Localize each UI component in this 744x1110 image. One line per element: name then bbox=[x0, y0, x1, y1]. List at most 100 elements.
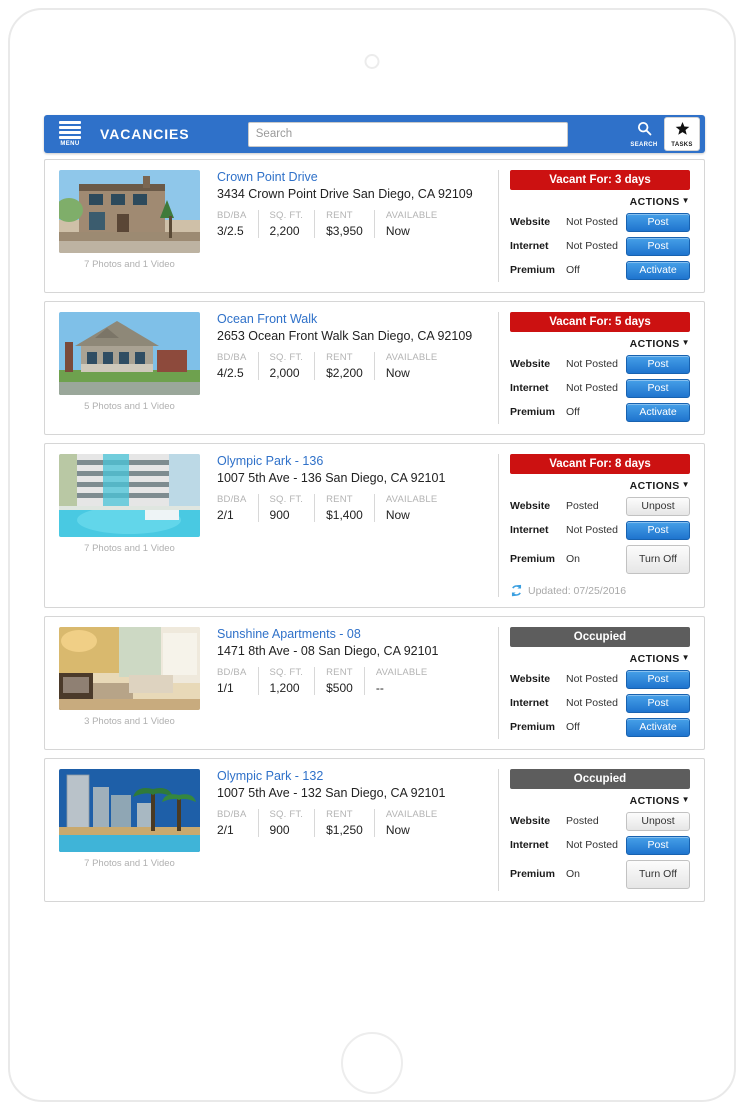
actions-dropdown[interactable]: ACTIONS ▼ bbox=[510, 196, 690, 208]
spec-available-value: Now bbox=[385, 508, 410, 522]
channel-internet-label: Internet bbox=[510, 382, 549, 394]
spec-rent: RENT $500 bbox=[314, 667, 364, 695]
spec-bdba: BD/BA 2/1 bbox=[217, 494, 258, 522]
vacancy-card[interactable]: 7 Photos and 1 Video Crown Point Drive 343… bbox=[44, 159, 705, 293]
channel-internet-action-button[interactable]: Post bbox=[626, 236, 690, 256]
property-name-link[interactable]: Crown Point Drive bbox=[217, 170, 488, 184]
channel-internet-action-button[interactable]: Post bbox=[626, 693, 690, 713]
tasks-button[interactable]: TASKS bbox=[664, 117, 700, 151]
property-name-link[interactable]: Sunshine Apartments - 08 bbox=[217, 627, 488, 641]
channel-row-internet: Internet Not Posted Post bbox=[510, 833, 690, 857]
spec-bdba-value: 4/2.5 bbox=[217, 366, 244, 380]
channel-website-action-button[interactable]: Post bbox=[626, 669, 690, 689]
vacancy-card[interactable]: 7 Photos and 1 Video Olympic Park - 132 10… bbox=[44, 758, 705, 902]
home-button[interactable] bbox=[341, 1032, 403, 1094]
spec-rent: RENT $3,950 bbox=[314, 210, 374, 238]
property-photo[interactable] bbox=[59, 170, 200, 253]
channel-internet-action-button[interactable]: Post bbox=[626, 378, 690, 398]
spec-bdba: BD/BA 3/2.5 bbox=[217, 210, 258, 238]
vacancy-card[interactable]: 7 Photos and 1 Video Olympic Park - 136 10… bbox=[44, 443, 705, 608]
property-specs: BD/BA 4/2.5 SQ. FT. 2,000 RENT $2,200 AVAILABL… bbox=[217, 352, 488, 380]
app-viewport: MENU VACANCIES SEARCH bbox=[38, 109, 711, 1006]
search-icon bbox=[637, 121, 652, 140]
channel-premium-action-button[interactable]: Turn Off bbox=[626, 544, 690, 574]
search-input[interactable] bbox=[247, 121, 568, 147]
spec-rent-value: $500 bbox=[326, 681, 353, 695]
property-address: 1471 8th Ave - 08 San Diego, CA 92101 bbox=[217, 644, 439, 658]
spec-available-header: AVAILABLE bbox=[385, 352, 438, 363]
chevron-down-icon: ▼ bbox=[681, 196, 690, 205]
search-button[interactable]: SEARCH bbox=[626, 115, 662, 153]
spec-available-header: AVAILABLE bbox=[385, 210, 438, 221]
actions-dropdown[interactable]: ACTIONS ▼ bbox=[510, 795, 690, 807]
vacancy-card[interactable]: 3 Photos and 1 Video Sunshine Apartments … bbox=[44, 616, 705, 750]
tablet-frame: MENU VACANCIES SEARCH bbox=[8, 8, 736, 1102]
spec-rent-value: $1,400 bbox=[326, 508, 363, 522]
property-photo[interactable] bbox=[59, 769, 200, 852]
property-specs: BD/BA 3/2.5 SQ. FT. 2,200 RENT $3,950 AVAILABL… bbox=[217, 210, 488, 238]
channel-row-internet: Internet Not Posted Post bbox=[510, 234, 690, 258]
spec-bdba-header: BD/BA bbox=[217, 210, 247, 221]
property-name-link[interactable]: Ocean Front Walk bbox=[217, 312, 488, 326]
vacancy-card[interactable]: 5 Photos and 1 Video Ocean Front Walk 2653… bbox=[44, 301, 705, 435]
channel-row-premium: Premium Off Activate bbox=[510, 400, 690, 424]
channel-internet-action-button[interactable]: Post bbox=[626, 835, 690, 855]
channel-internet-label: Internet bbox=[510, 697, 549, 709]
spec-rent-value: $1,250 bbox=[326, 823, 363, 837]
spec-sqft: SQ. FT. 900 bbox=[257, 494, 315, 522]
spec-available-header: AVAILABLE bbox=[385, 809, 438, 820]
property-specs: BD/BA 2/1 SQ. FT. 900 RENT $1,400 AVAILABLE Now bbox=[217, 494, 488, 522]
channel-website-action-button[interactable]: Unpost bbox=[626, 811, 690, 831]
spec-available-value: Now bbox=[385, 823, 410, 837]
status-badge: Occupied bbox=[510, 627, 690, 647]
vacancy-list: 7 Photos and 1 Video Crown Point Drive 343… bbox=[38, 153, 711, 902]
property-photo[interactable] bbox=[59, 627, 200, 710]
channel-internet-action-button[interactable]: Post bbox=[626, 520, 690, 540]
spec-available: AVAILABLE Now bbox=[373, 494, 449, 522]
spec-bdba: BD/BA 4/2.5 bbox=[217, 352, 258, 380]
spec-bdba-header: BD/BA bbox=[217, 352, 247, 363]
actions-dropdown[interactable]: ACTIONS ▼ bbox=[510, 480, 690, 492]
property-name-link[interactable]: Olympic Park - 136 bbox=[217, 454, 488, 468]
photo-column: 5 Photos and 1 Video bbox=[59, 312, 217, 424]
channel-premium-action-button[interactable]: Activate bbox=[626, 402, 690, 422]
spec-sqft-header: SQ. FT. bbox=[269, 494, 304, 505]
channel-website-action-button[interactable]: Unpost bbox=[626, 496, 690, 516]
top-app-bar: MENU VACANCIES SEARCH bbox=[44, 115, 705, 153]
channel-internet-label: Internet bbox=[510, 240, 549, 252]
spec-rent-header: RENT bbox=[326, 494, 353, 505]
channel-premium-action-button[interactable]: Activate bbox=[626, 717, 690, 737]
channel-premium-action-button[interactable]: Turn Off bbox=[626, 859, 690, 889]
channel-row-premium: Premium On Turn Off bbox=[510, 857, 690, 891]
info-column: Crown Point Drive 3434 Crown Point Drive … bbox=[217, 170, 498, 282]
channel-premium-state: On bbox=[566, 868, 581, 880]
property-photo[interactable] bbox=[59, 454, 200, 537]
channel-website-action-button[interactable]: Post bbox=[626, 354, 690, 374]
actions-dropdown[interactable]: ACTIONS ▼ bbox=[510, 338, 690, 350]
channel-internet-state: Not Posted bbox=[566, 382, 618, 394]
channel-row-website: Website Posted Unpost bbox=[510, 809, 690, 833]
property-name-link[interactable]: Olympic Park - 132 bbox=[217, 769, 488, 783]
property-address: 3434 Crown Point Drive San Diego, CA 921… bbox=[217, 187, 473, 201]
spec-sqft-value: 2,200 bbox=[269, 224, 300, 238]
photo-column: 3 Photos and 1 Video bbox=[59, 627, 217, 739]
menu-button[interactable]: MENU bbox=[52, 121, 88, 147]
actions-column: Occupied ACTIONS ▼ Website Not Posted Post Int… bbox=[498, 627, 704, 739]
channel-row-premium: Premium Off Activate bbox=[510, 258, 690, 282]
actions-column: Vacant For: 8 days ACTIONS ▼ Website Posted U… bbox=[498, 454, 704, 597]
channel-website-action-button[interactable]: Post bbox=[626, 212, 690, 232]
spec-bdba-header: BD/BA bbox=[217, 494, 247, 505]
info-column: Sunshine Apartments - 08 1471 8th Ave - 0… bbox=[217, 627, 498, 739]
property-specs: BD/BA 2/1 SQ. FT. 900 RENT $1,250 AVAILABLE Now bbox=[217, 809, 488, 837]
spec-available: AVAILABLE Now bbox=[373, 809, 449, 837]
property-photo[interactable] bbox=[59, 312, 200, 395]
media-count-label: 5 Photos and 1 Video bbox=[84, 401, 175, 412]
spec-bdba: BD/BA 1/1 bbox=[217, 667, 258, 695]
property-address: 2653 Ocean Front Walk San Diego, CA 9210… bbox=[217, 329, 473, 343]
info-column: Ocean Front Walk 2653 Ocean Front Walk Sa… bbox=[217, 312, 498, 424]
channel-premium-label: Premium bbox=[510, 721, 555, 733]
channel-website-state: Not Posted bbox=[566, 673, 618, 685]
channel-premium-action-button[interactable]: Activate bbox=[626, 260, 690, 280]
actions-dropdown[interactable]: ACTIONS ▼ bbox=[510, 653, 690, 665]
channel-row-internet: Internet Not Posted Post bbox=[510, 518, 690, 542]
